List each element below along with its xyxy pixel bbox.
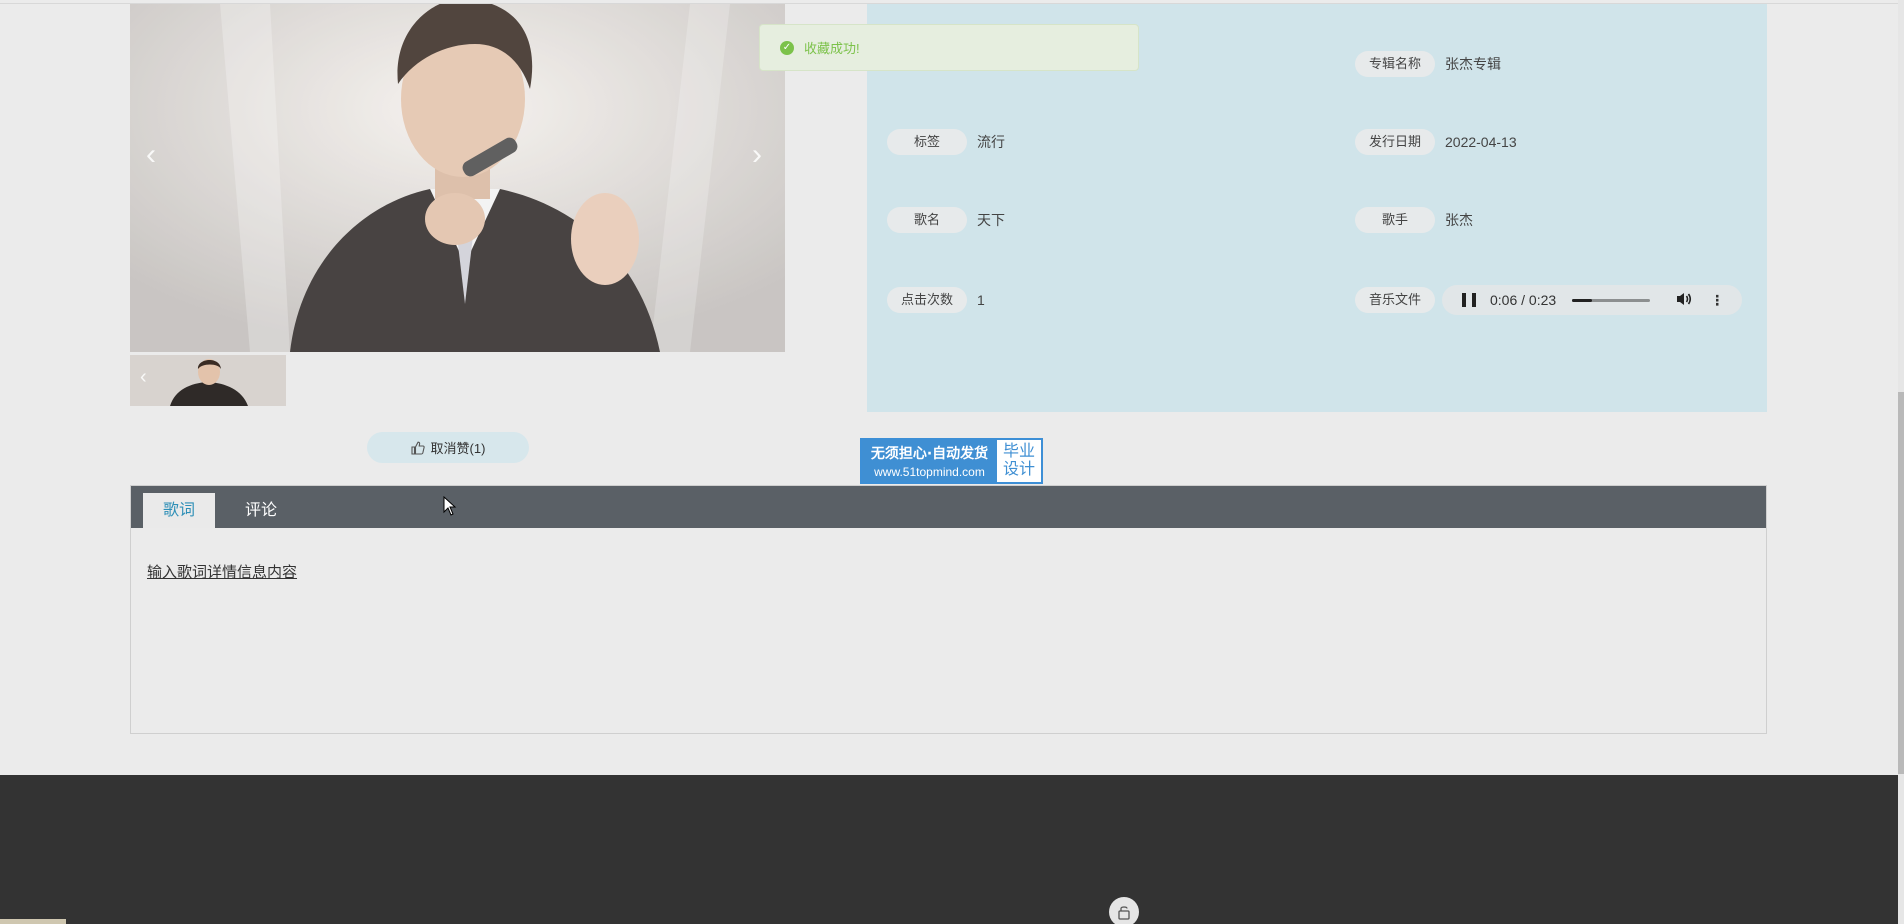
ad-right-line1: 毕业 <box>1002 441 1035 460</box>
song-name-value: 天下 <box>977 212 1005 228</box>
audio-progress-bar[interactable] <box>1572 298 1651 302</box>
pause-icon[interactable] <box>1462 293 1476 307</box>
footer <box>0 775 1904 924</box>
release-date-value: 2022-04-13 <box>1445 134 1517 150</box>
ad-banner[interactable]: 无须担心·自动发货 www.51topmind.com 毕业 设计 <box>860 438 1043 484</box>
song-photo: ‹ › <box>130 4 785 352</box>
taskbar-corner <box>0 919 66 924</box>
prev-arrow-icon[interactable]: ‹ <box>146 140 156 170</box>
tag-row: 标签 流行 <box>887 129 1005 155</box>
next-arrow-icon[interactable]: › <box>752 140 762 170</box>
song-name-row: 歌名 天下 <box>887 207 1005 233</box>
audio-time: 0:06 / 0:23 <box>1490 292 1557 308</box>
click-count-value: 1 <box>977 292 985 308</box>
ad-right-block: 毕业 设计 <box>997 440 1041 482</box>
song-name-label: 歌名 <box>887 207 967 233</box>
volume-icon[interactable] <box>1676 292 1692 309</box>
photo-thumbnail[interactable]: ‹ <box>130 355 286 406</box>
tab-bar: 歌词 评论 <box>131 486 1766 528</box>
lyrics-content: 输入歌词详情信息内容 <box>147 564 298 581</box>
toast-message: 收藏成功! <box>804 41 860 56</box>
thumbs-up-icon <box>410 441 425 455</box>
music-file-label: 音乐文件 <box>1355 287 1435 313</box>
tab-comments[interactable]: 评论 <box>225 493 297 528</box>
ad-line1: 无须担心·自动发货 <box>870 446 989 462</box>
unlike-button-label: 取消赞(1) <box>430 441 486 456</box>
thumb-prev-arrow-icon[interactable]: ‹ <box>140 367 147 387</box>
ad-right-line2: 设计 <box>1002 459 1035 478</box>
singer-value: 张杰 <box>1445 212 1473 228</box>
ad-left-block: 无须担心·自动发货 www.51topmind.com <box>862 440 997 482</box>
singer-image <box>130 4 785 352</box>
lock-icon[interactable] <box>1109 897 1139 924</box>
unlike-button[interactable]: 取消赞(1) <box>367 432 529 463</box>
tab-lyrics[interactable]: 歌词 <box>143 493 216 528</box>
tag-value: 流行 <box>977 134 1005 150</box>
singer-row: 歌手 张杰 <box>1355 207 1473 233</box>
audio-progress-fill <box>1572 298 1593 302</box>
album-row: 专辑名称 张杰专辑 <box>1355 51 1501 77</box>
music-file-row: 音乐文件 <box>1355 287 1435 313</box>
album-label: 专辑名称 <box>1355 51 1435 77</box>
album-value: 张杰专辑 <box>1445 56 1501 72</box>
release-date-label: 发行日期 <box>1355 129 1435 155</box>
check-circle-icon: ✓ <box>780 40 794 55</box>
singer-label: 歌手 <box>1355 207 1435 233</box>
audio-player[interactable]: 0:06 / 0:23 ⋮ <box>1442 285 1742 315</box>
click-count-row: 点击次数 1 <box>887 287 985 313</box>
tag-label: 标签 <box>887 129 967 155</box>
detail-tabs: 歌词 评论 输入歌词详情信息内容 <box>130 485 1767 734</box>
click-count-label: 点击次数 <box>887 287 967 313</box>
more-options-icon[interactable]: ⋮ <box>1710 292 1724 309</box>
release-date-row: 发行日期 2022-04-13 <box>1355 129 1517 155</box>
mouse-cursor-icon <box>443 496 457 516</box>
thumbnail-image <box>130 355 286 406</box>
scrollbar-thumb[interactable] <box>1898 392 1904 774</box>
ad-line2: www.51topmind.com <box>874 465 985 479</box>
success-toast: ✓ 收藏成功! <box>759 24 1139 71</box>
